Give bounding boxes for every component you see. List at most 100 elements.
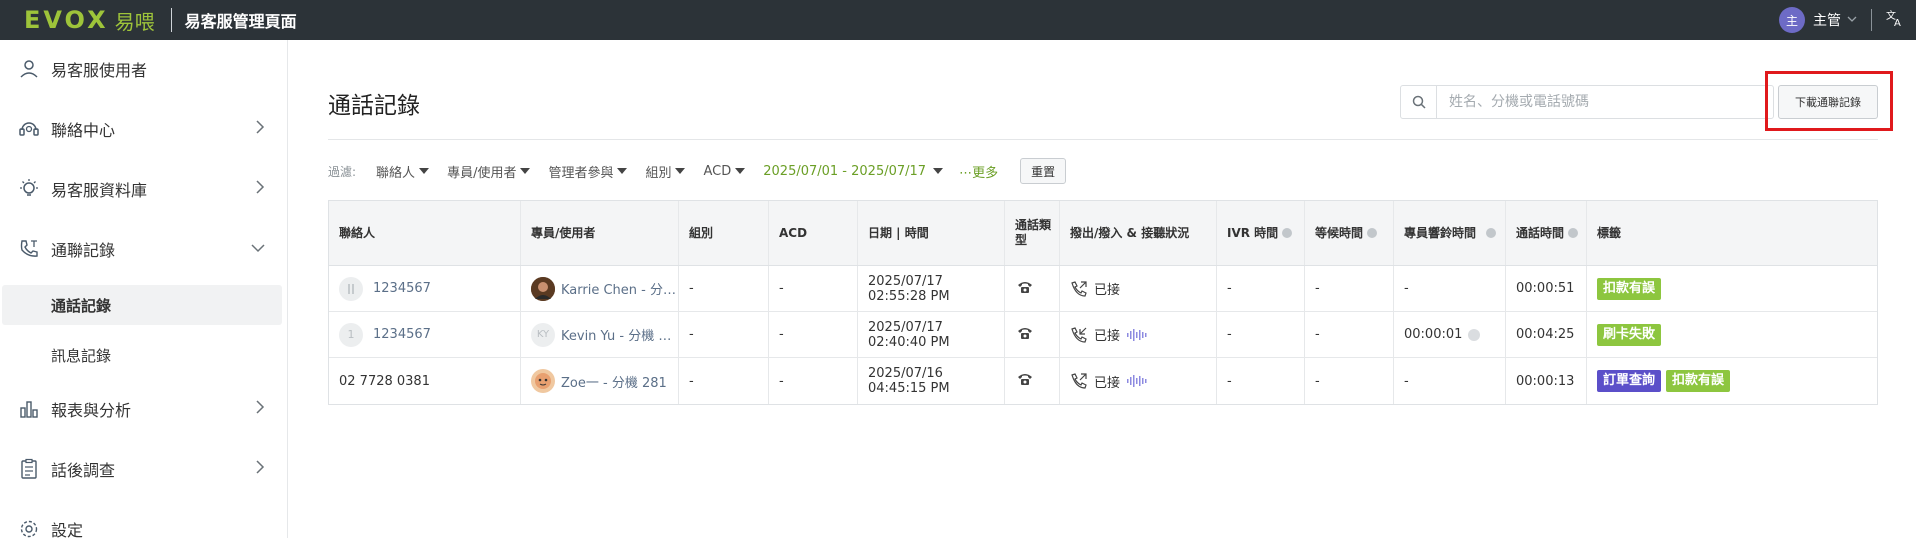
search-box bbox=[1400, 85, 1774, 119]
sidebar-item-contact-center[interactable]: 聯絡中心 bbox=[0, 105, 287, 153]
user-avatar[interactable]: 主 bbox=[1779, 7, 1805, 33]
chevron-right-icon bbox=[255, 400, 265, 418]
app-logo[interactable]: EVOX 易喂 bbox=[24, 0, 155, 40]
caret-down-icon bbox=[617, 168, 628, 174]
cell-wait: - bbox=[1305, 358, 1394, 404]
voice-wave-icon[interactable] bbox=[1126, 374, 1148, 388]
header-label: 專員/使用者 bbox=[531, 225, 596, 240]
headset-icon bbox=[18, 118, 40, 140]
logo-text: EVOX bbox=[24, 6, 109, 34]
sidebar-item-reports[interactable]: 報表與分析 bbox=[0, 385, 287, 433]
header-tags[interactable]: 標籤 bbox=[1587, 201, 1877, 265]
cell-call-type bbox=[1005, 358, 1060, 404]
search-input[interactable] bbox=[1437, 87, 1727, 117]
caret-down-icon bbox=[675, 168, 686, 174]
header-label: 等候時間 bbox=[1315, 225, 1364, 240]
sidebar-subitem-call-records[interactable]: 通話記錄 bbox=[2, 285, 282, 325]
header-label: 通話類型 bbox=[1015, 218, 1052, 247]
info-icon[interactable] bbox=[1568, 228, 1579, 238]
header-ring-time[interactable]: 專員響鈴時間 bbox=[1394, 201, 1506, 265]
header-direction-status[interactable]: 撥出/撥入 & 接聽狀況 bbox=[1060, 201, 1217, 265]
table-row[interactable]: 1 1234567 KY Kevin Yu - 分機 351 - - 2025/… bbox=[329, 312, 1877, 358]
header-wait-time[interactable]: 等候時間 bbox=[1305, 201, 1394, 265]
filter-contact[interactable]: 聯絡人 bbox=[376, 162, 430, 181]
voice-wave-icon[interactable] bbox=[1126, 328, 1148, 342]
sidebar-item-call-logs[interactable]: 通聯記錄 bbox=[0, 225, 287, 273]
table-row[interactable]: 1234567 Karrie Chen - 分機 281 - - 2025/07… bbox=[329, 266, 1877, 312]
contact-link[interactable]: 1234567 bbox=[373, 327, 431, 342]
agent-avatar bbox=[531, 276, 555, 301]
sidebar-subitem-label: 通話記錄 bbox=[51, 296, 112, 315]
cell-datetime: 2025/07/17 02:40:40 PM bbox=[858, 312, 1005, 357]
chevron-down-icon bbox=[251, 241, 265, 257]
caret-down-icon bbox=[419, 168, 430, 174]
download-records-button[interactable]: 下載通聯記錄 bbox=[1778, 85, 1878, 119]
chevron-down-icon[interactable] bbox=[1847, 14, 1857, 27]
cell-datetime: 2025/07/17 02:55:28 PM bbox=[858, 266, 1005, 311]
header-label: 專員響鈴時間 bbox=[1404, 225, 1477, 240]
caret-down-icon bbox=[933, 168, 944, 174]
header-divider bbox=[328, 139, 1878, 140]
header-group[interactable]: 組別 bbox=[679, 201, 769, 265]
cell-tags: 刷卡失敗 bbox=[1587, 312, 1877, 357]
call-records-table: 聯絡人 專員/使用者 組別 ACD 日期 | 時間 通話類型 撥出/撥入 & 接… bbox=[328, 200, 1878, 405]
contact-link[interactable]: 1234567 bbox=[373, 281, 431, 296]
sidebar-item-settings[interactable]: 設定 bbox=[0, 505, 287, 538]
filter-manager[interactable]: 管理者參與 bbox=[548, 162, 628, 181]
cell-datetime: 2025/07/16 04:45:15 PM bbox=[858, 358, 1005, 404]
ring-time: - bbox=[1404, 373, 1409, 389]
logo-divider bbox=[170, 8, 172, 32]
sidebar-item-label: 易客服使用者 bbox=[51, 61, 148, 80]
phone-icon bbox=[1017, 326, 1033, 344]
contact-avatar bbox=[339, 276, 363, 301]
tag-badge: 扣款有誤 bbox=[1666, 370, 1731, 392]
cell-direction-status: 已接 bbox=[1060, 266, 1217, 311]
sidebar-subitem-message-records[interactable]: 訊息記錄 bbox=[0, 335, 287, 375]
filter-date-range[interactable]: 2025/07/01 - 2025/07/17 bbox=[763, 164, 944, 179]
cell-ivr: - bbox=[1217, 358, 1305, 404]
cell-duration: 00:04:25 bbox=[1506, 312, 1587, 357]
agent-name[interactable]: Zoe一 - 分機 281 bbox=[561, 372, 667, 391]
sidebar-item-surveys[interactable]: 話後調查 bbox=[0, 445, 287, 493]
info-icon[interactable] bbox=[1367, 228, 1378, 238]
cell-tags: 扣款有誤 bbox=[1587, 266, 1877, 311]
user-name[interactable]: 主管 bbox=[1813, 10, 1841, 30]
phone-icon bbox=[1017, 372, 1033, 390]
header-label: ACD bbox=[779, 225, 808, 240]
contact-text[interactable]: 02 7728 0381 bbox=[339, 374, 430, 389]
translate-icon[interactable]: 文A bbox=[1886, 9, 1904, 31]
cell-group: - bbox=[679, 312, 769, 357]
sidebar-item-label: 通聯記錄 bbox=[51, 241, 116, 260]
filter-group[interactable]: 組別 bbox=[645, 162, 686, 181]
sidebar-item-knowledge-base[interactable]: 易客服資料庫 bbox=[0, 165, 287, 213]
agent-name[interactable]: Kevin Yu - 分機 351 bbox=[561, 325, 678, 344]
filter-acd[interactable]: ACD bbox=[703, 164, 746, 179]
header-agent[interactable]: 專員/使用者 bbox=[521, 201, 679, 265]
filter-group-label: 組別 bbox=[645, 165, 672, 181]
table-row[interactable]: 02 7728 0381 Zoe一 - 分機 281 - - 2025/07/1… bbox=[329, 358, 1877, 404]
header-contact[interactable]: 聯絡人 bbox=[329, 201, 521, 265]
more-icon[interactable] bbox=[1468, 328, 1481, 341]
svg-text:A: A bbox=[1894, 18, 1901, 27]
cell-contact: 1234567 bbox=[329, 266, 521, 311]
caret-down-icon bbox=[520, 168, 531, 174]
filter-agent[interactable]: 專員/使用者 bbox=[447, 162, 531, 181]
cell-ring: - bbox=[1394, 358, 1506, 404]
agent-name[interactable]: Karrie Chen - 分機 281 bbox=[561, 279, 678, 298]
header-duration[interactable]: 通話時間 bbox=[1506, 201, 1587, 265]
tag-badge: 扣款有誤 bbox=[1597, 277, 1662, 300]
table-header: 聯絡人 專員/使用者 組別 ACD 日期 | 時間 通話類型 撥出/撥入 & 接… bbox=[329, 201, 1877, 266]
call-status: 已接 bbox=[1094, 375, 1121, 391]
header-datetime[interactable]: 日期 | 時間 bbox=[858, 201, 1005, 265]
header-ivr-time[interactable]: IVR 時間 bbox=[1217, 201, 1305, 265]
header-acd[interactable]: ACD bbox=[769, 201, 858, 265]
filter-more-link[interactable]: ⋯更多 bbox=[959, 162, 998, 181]
header-call-type[interactable]: 通話類型 bbox=[1005, 201, 1060, 265]
sidebar-item-users[interactable]: 易客服使用者 bbox=[0, 45, 287, 93]
user-icon bbox=[18, 58, 40, 80]
reset-button[interactable]: 重置 bbox=[1020, 158, 1067, 184]
info-icon[interactable] bbox=[1282, 228, 1293, 238]
info-icon[interactable] bbox=[1486, 228, 1496, 238]
sidebar: 易客服使用者 聯絡中心 易客服資料庫 通聯記錄 通話記錄 訊息記錄 報表與分析 … bbox=[0, 40, 288, 538]
filter-contact-label: 聯絡人 bbox=[376, 165, 416, 181]
